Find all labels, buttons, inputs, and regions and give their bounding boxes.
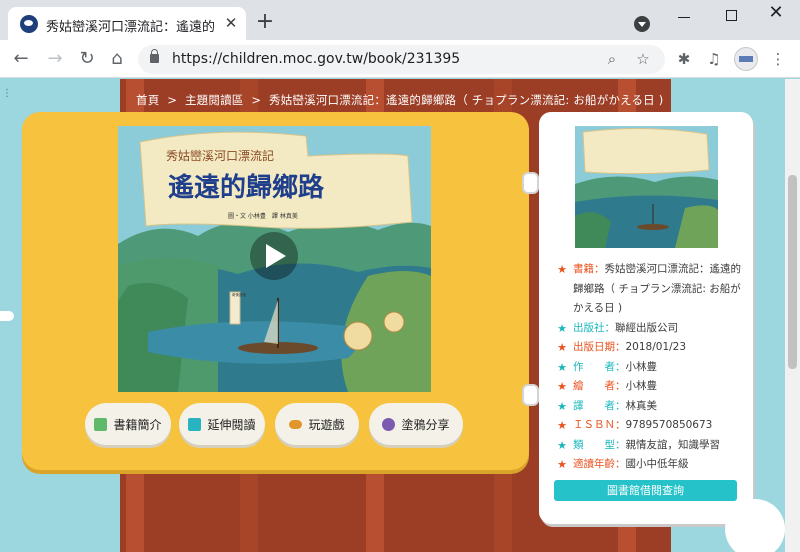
game-icon — [289, 419, 303, 429]
info-value-date: 2018/01/23 — [625, 341, 687, 353]
info-key: 出版日期： — [573, 341, 626, 353]
minimize-button[interactable] — [678, 17, 690, 18]
home-icon[interactable]: ⌂ — [106, 48, 128, 70]
info-row-translator: ★ 譯 者： 林真美 — [555, 397, 745, 417]
cover-place-label: 奇美部落 — [232, 292, 246, 297]
page-scrollbar[interactable] — [785, 79, 800, 552]
maximize-button[interactable] — [726, 10, 737, 21]
star-icon: ★ — [557, 380, 567, 393]
info-key: 譯 者： — [573, 399, 626, 412]
cover-credits: 圖・文 小林豊 譯 林真美 — [228, 212, 298, 220]
profile-avatar[interactable] — [734, 47, 758, 71]
binder-ring — [522, 172, 539, 194]
drag-dots-icon: ⋮ — [2, 88, 12, 99]
info-row-publisher: ★ 出版社： 聯經出版公司 — [555, 319, 745, 339]
bookmark-star-icon[interactable]: ☆ — [634, 50, 652, 68]
cover-main-title: 遙遠的歸鄉路 — [168, 172, 325, 203]
info-value-translator: 林真美 — [625, 399, 658, 412]
star-icon: ★ — [557, 321, 567, 335]
info-value-genre: 親情友誼，知識學習 — [625, 438, 721, 451]
book-intro-button[interactable]: 書籍簡介 — [85, 403, 171, 445]
book-details-card: ★ 書籍：秀姑巒溪河口漂流記：遙遠的歸鄉路（ チョプラン漂流記: お船がかえる日… — [539, 112, 753, 524]
browser-toolbar: ← → ↻ ⌂ https://children.moc.gov.tw/book… — [0, 40, 800, 78]
zoom-icon[interactable]: ⌕ — [603, 50, 621, 68]
star-icon: ★ — [557, 263, 567, 276]
info-row-age: ★ 適讀年齡： 國小中低年級 — [555, 455, 745, 475]
address-bar[interactable]: https://children.moc.gov.tw/book/231395 … — [138, 45, 665, 74]
book-info-list: ★ 書籍：秀姑巒溪河口漂流記：遙遠的歸鄉路（ チョプラン漂流記: お船がかえる日… — [555, 260, 745, 475]
browser-tab[interactable]: 秀姑巒溪河口漂流記：遙遠的歸鄉 ✕ — [8, 7, 246, 40]
forward-arrow-icon[interactable]: → — [44, 48, 66, 70]
breadcrumb-home-link[interactable]: 首頁 — [136, 93, 159, 107]
left-side-tab[interactable] — [0, 311, 14, 321]
corner-decoration — [725, 499, 785, 552]
doodle-share-label: 塗鴉分享 — [401, 417, 450, 432]
browser-tab-bar: 秀姑巒溪河口漂流記：遙遠的歸鄉 ✕ + ✕ — [0, 0, 800, 40]
browser-menu-icon[interactable]: ⋮ — [768, 49, 788, 69]
extensions-icon[interactable]: ✱ — [674, 49, 694, 69]
site-favicon-icon — [20, 15, 38, 33]
book-board: 秀姑巒溪河口漂流記 遙遠的歸鄉路 圖・文 小林豊 譯 林真美 奇美部落 書籍簡介… — [22, 112, 529, 470]
star-icon: ★ — [557, 341, 567, 354]
library-lookup-button[interactable]: 圖書館借閱查詢 — [554, 480, 737, 501]
breadcrumb: 首頁 > 主題閱讀區 > 秀姑巒溪河口漂流記：遙遠的歸鄉路（ チョプラン漂流記:… — [136, 92, 667, 108]
reading-icon — [188, 417, 202, 431]
info-key: 出版社： — [573, 321, 615, 334]
info-row-genre: ★ 類 型： 親情友誼，知識學習 — [555, 436, 745, 456]
doodle-share-button[interactable]: 塗鴉分享 — [369, 403, 463, 445]
play-game-label: 玩遊戲 — [308, 417, 345, 432]
book-intro-label: 書籍簡介 — [113, 417, 162, 432]
star-icon: ★ — [557, 399, 567, 413]
info-row-illustrator: ★ 繪 者： 小林豊 — [555, 377, 745, 397]
tab-search-icon[interactable] — [634, 16, 650, 32]
extended-reading-button[interactable]: 延伸閱讀 — [179, 403, 265, 445]
info-key: 繪 者： — [573, 380, 626, 392]
page-viewport: ⋮ 首頁 > 主題閱讀區 > 秀姑巒溪河口漂流記：遙遠的歸鄉路（ チョプラン漂流… — [0, 79, 800, 552]
url-text[interactable]: https://children.moc.gov.tw/book/231395 — [172, 51, 460, 67]
tab-title: 秀姑巒溪河口漂流記：遙遠的歸鄉 — [46, 20, 214, 35]
reload-icon[interactable]: ↻ — [76, 48, 98, 70]
book-icon — [94, 417, 108, 431]
book-cover-image[interactable]: 秀姑巒溪河口漂流記 遙遠的歸鄉路 圖・文 小林豊 譯 林真美 奇美部落 — [118, 126, 431, 392]
breadcrumb-topic-link[interactable]: 主題閱讀區 — [185, 93, 244, 107]
book-thumbnail[interactable] — [575, 126, 718, 248]
window-close-button[interactable]: ✕ — [768, 3, 784, 23]
star-icon: ★ — [557, 419, 567, 432]
star-icon: ★ — [557, 458, 567, 471]
breadcrumb-separator: > — [251, 93, 262, 107]
breadcrumb-separator: > — [167, 93, 178, 107]
info-key: 作 者： — [573, 360, 626, 373]
info-value-isbn: 9789570850673 — [625, 419, 713, 431]
info-row-date: ★ 出版日期： 2018/01/23 — [555, 338, 745, 358]
lock-icon[interactable] — [150, 49, 159, 63]
thumbnail-illustration — [575, 126, 718, 248]
info-value-age: 國小中低年級 — [625, 458, 689, 470]
info-key: 書籍： — [573, 263, 605, 275]
info-key: ＩＳＢＮ： — [573, 419, 626, 431]
info-row-book: ★ 書籍：秀姑巒溪河口漂流記：遙遠的歸鄉路（ チョプラン漂流記: お船がかえる日… — [555, 260, 745, 319]
info-key: 適讀年齡： — [573, 458, 626, 470]
play-game-button[interactable]: 玩遊戲 — [275, 403, 359, 445]
info-row-author: ★ 作 者： 小林豊 — [555, 358, 745, 378]
extended-reading-label: 延伸閱讀 — [207, 417, 256, 432]
star-icon: ★ — [557, 360, 567, 374]
info-key: 類 型： — [573, 438, 626, 451]
info-value-illustrator: 小林豊 — [625, 380, 658, 392]
tab-close-icon[interactable]: ✕ — [222, 14, 240, 32]
scrollbar-thumb[interactable] — [788, 175, 797, 369]
back-arrow-icon[interactable]: ← — [10, 48, 32, 70]
info-value-author: 小林豊 — [625, 360, 658, 373]
info-value-publisher: 聯經出版公司 — [615, 321, 678, 334]
new-tab-button[interactable]: + — [253, 11, 277, 35]
binder-ring — [522, 384, 539, 406]
palette-icon — [382, 417, 396, 431]
cover-illustration: 秀姑巒溪河口漂流記 遙遠的歸鄉路 圖・文 小林豊 譯 林真美 奇美部落 — [118, 126, 431, 392]
media-control-icon[interactable]: ♫ — [704, 49, 724, 69]
star-icon: ★ — [557, 438, 567, 452]
cover-series-title: 秀姑巒溪河口漂流記 — [166, 148, 274, 163]
info-row-isbn: ★ ＩＳＢＮ： 9789570850673 — [555, 416, 745, 436]
action-buttons: 書籍簡介 延伸閱讀 玩遊戲 塗鴉分享 — [85, 403, 463, 447]
breadcrumb-current: 秀姑巒溪河口漂流記：遙遠的歸鄉路（ チョプラン漂流記: お船がかえる日 ) — [269, 93, 664, 107]
